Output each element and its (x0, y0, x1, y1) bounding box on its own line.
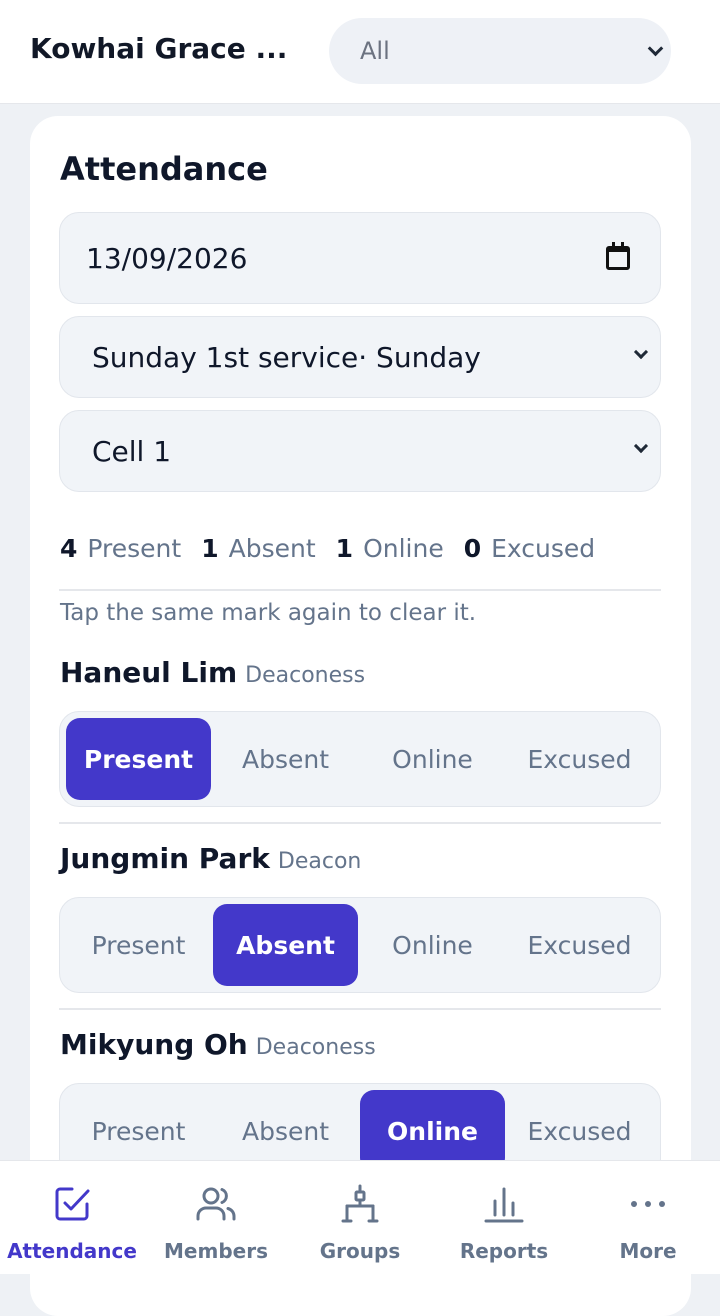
member-header: Haneul Lim Deaconess (60, 656, 365, 689)
nav-label: Attendance (7, 1239, 137, 1263)
excused-count: 0 (463, 534, 482, 563)
member-name: Mikyung Oh (60, 1028, 248, 1061)
chevron-down-icon (633, 438, 649, 454)
absent-count: 1 (201, 534, 219, 563)
hint-text: Tap the same mark again to clear it. (60, 600, 477, 626)
divider (59, 589, 661, 591)
scope-select-value: All (360, 37, 390, 65)
date-value: 13/09/2026 (86, 241, 248, 275)
more-dots-icon (631, 1201, 665, 1207)
attendance-summary: 4 Present 1 Absent 1 Online 0 Excused (60, 534, 615, 568)
nav-item-groups[interactable]: Groups (288, 1161, 432, 1275)
mark-absent-button[interactable]: Absent (213, 904, 358, 986)
org-name: Kowhai Grace ... (30, 32, 288, 65)
online-count: 1 (335, 534, 354, 563)
divider (59, 822, 661, 824)
nav-label: Members (164, 1239, 268, 1263)
mark-present-button[interactable]: Present (66, 904, 211, 986)
service-select[interactable]: Sunday 1st service· Sunday (59, 316, 661, 398)
chevron-down-icon (647, 40, 664, 57)
bottom-nav: Attendance Members Groups Reports More (0, 1160, 720, 1274)
group-select-value: Cell 1 (92, 434, 172, 468)
attendance-mark-group: Present Absent Online Excused (59, 897, 661, 993)
page-title: Attendance (60, 150, 268, 188)
present-count: 4 (60, 534, 78, 563)
member-role: Deaconess (245, 663, 366, 688)
mark-excused-button[interactable]: Excused (507, 718, 652, 800)
users-icon (196, 1187, 236, 1221)
attendance-card: Attendance 13/09/2026 Sunday 1st service… (30, 116, 691, 1316)
check-square-icon (55, 1187, 90, 1221)
mark-excused-button[interactable]: Excused (507, 904, 652, 986)
group-select[interactable]: Cell 1 (59, 410, 661, 492)
top-bar: Kowhai Grace ... All (0, 0, 720, 104)
member-header: Mikyung Oh Deaconess (60, 1028, 376, 1061)
nav-item-attendance[interactable]: Attendance (0, 1161, 144, 1275)
member-name: Jungmin Park (60, 842, 270, 875)
nav-item-more[interactable]: More (576, 1161, 720, 1275)
member-header: Jungmin Park Deacon (60, 842, 361, 875)
member-role: Deaconess (255, 1035, 376, 1060)
nav-item-reports[interactable]: Reports (432, 1161, 576, 1275)
nav-label: Groups (319, 1239, 401, 1263)
nav-label: More (619, 1239, 677, 1263)
nav-item-members[interactable]: Members (144, 1161, 288, 1275)
service-select-value: Sunday 1st service· Sunday (92, 340, 481, 374)
bar-chart-icon (484, 1187, 524, 1223)
absent-label: Absent (228, 534, 316, 563)
attendance-mark-group: Present Absent Online Excused (59, 711, 661, 807)
scope-select[interactable]: All (329, 18, 671, 84)
calendar-icon[interactable] (606, 242, 630, 270)
member-name: Haneul Lim (60, 656, 238, 689)
member-role: Deacon (277, 849, 362, 874)
present-label: Present (87, 534, 182, 563)
nav-label: Reports (459, 1239, 549, 1263)
date-input[interactable]: 13/09/2026 (59, 212, 661, 304)
groups-icon (341, 1184, 379, 1223)
excused-label: Excused (491, 534, 596, 563)
chevron-down-icon (633, 344, 649, 360)
mark-present-button[interactable]: Present (66, 718, 211, 800)
mark-online-button[interactable]: Online (360, 718, 505, 800)
divider (59, 1008, 661, 1010)
online-label: Online (363, 534, 444, 563)
mark-online-button[interactable]: Online (360, 904, 505, 986)
mark-absent-button[interactable]: Absent (213, 718, 358, 800)
